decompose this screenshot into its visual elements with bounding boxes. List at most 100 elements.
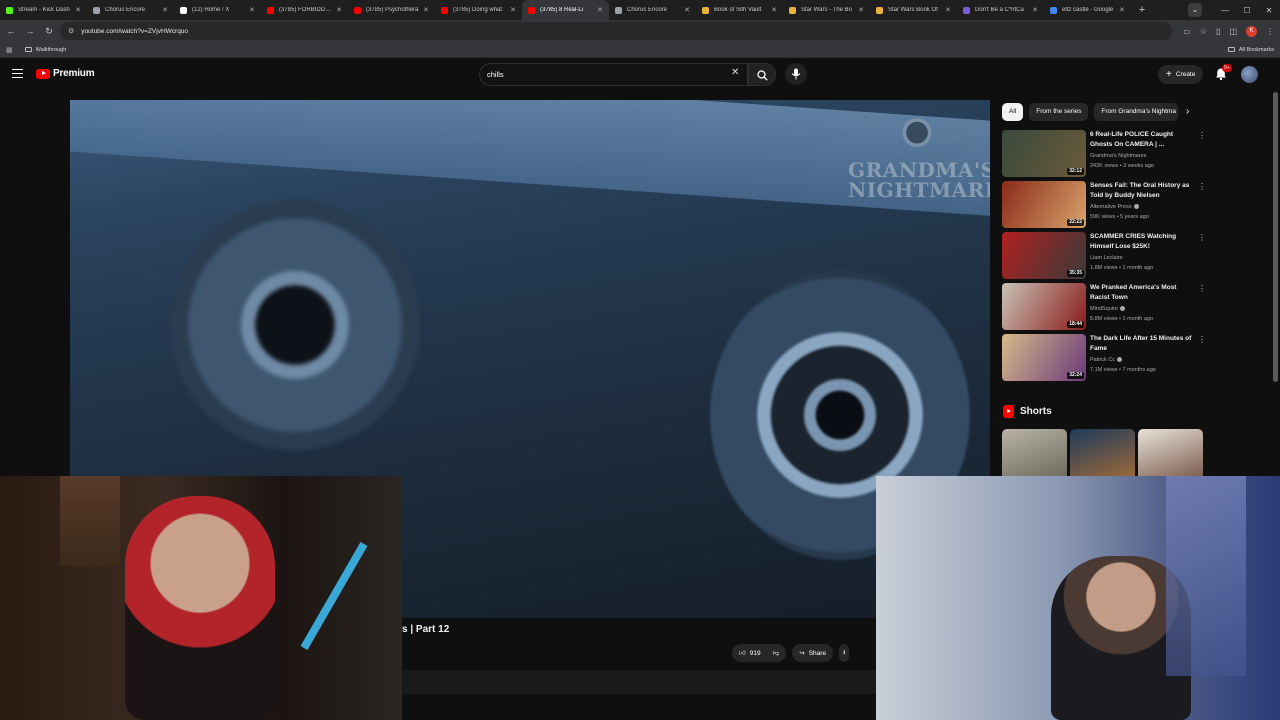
recommendation-title[interactable]: SCAMMER CRIES Watching Himself Lose $25K…	[1090, 232, 1194, 252]
video-thumbnail[interactable]: 18:44	[1002, 283, 1086, 330]
voice-search-button[interactable]	[785, 63, 807, 85]
close-tab-icon[interactable]: ✕	[858, 6, 864, 14]
close-tab-icon[interactable]: ✕	[771, 6, 777, 14]
close-tab-icon[interactable]: ✕	[1119, 6, 1125, 14]
close-tab-icon[interactable]: ✕	[162, 6, 168, 14]
short-thumbnail[interactable]	[1138, 429, 1203, 479]
channel-name: Patrick Cc	[1090, 357, 1116, 363]
tab-favicon-icon	[615, 6, 622, 14]
create-button[interactable]: + Create	[1158, 65, 1204, 84]
close-window-button[interactable]: ✕	[1258, 6, 1280, 15]
filter-chip[interactable]: From the series	[1029, 103, 1089, 121]
apps-grid-icon[interactable]: ▦	[6, 46, 13, 54]
video-thumbnail[interactable]: 32:12	[1002, 130, 1086, 177]
sidepanel-icon[interactable]: ▯	[1216, 27, 1220, 36]
recommendation-item[interactable]: 32:24 The Dark Life After 15 Minutes of F…	[1002, 334, 1206, 381]
close-tab-icon[interactable]: ✕	[336, 6, 342, 14]
download-icon: ⭳	[843, 648, 846, 656]
close-tab-icon[interactable]: ✕	[1032, 6, 1038, 14]
close-tab-icon[interactable]: ✕	[510, 6, 516, 14]
browser-tab[interactable]: Stream - Kick Dash ✕	[0, 0, 87, 20]
recommendation-channel[interactable]: Grandma's Nightmares	[1090, 153, 1146, 159]
more-actions-icon[interactable]: ⋮	[1198, 132, 1206, 140]
bookmark-star-icon[interactable]: ☆	[1200, 27, 1207, 36]
filter-chip[interactable]: From Grandma's Nightma	[1094, 103, 1179, 121]
account-avatar[interactable]	[1241, 66, 1258, 83]
recommendation-title[interactable]: The Dark Life After 15 Minutes of Fame	[1090, 334, 1194, 354]
recommendation-channel[interactable]: MindSquire	[1090, 306, 1125, 312]
browser-tab[interactable]: Don't Be a C*ntCa ✕	[957, 0, 1044, 20]
filter-chip[interactable]: All	[1002, 103, 1024, 121]
recommendation-channel[interactable]: Alternative Press	[1090, 204, 1139, 210]
recommendation-title[interactable]: 6 Real-Life POLICE Caught Ghosts On CAME…	[1090, 130, 1194, 150]
short-thumbnail[interactable]	[1002, 429, 1067, 479]
browser-tab[interactable]: (3785) Psychothera ✕	[348, 0, 435, 20]
browser-tab[interactable]: Star Wars - The Bo ✕	[783, 0, 870, 20]
close-tab-icon[interactable]: ✕	[684, 6, 690, 14]
more-actions-icon[interactable]: ⋮	[1198, 183, 1206, 191]
browser-tab[interactable]: eltz castle - Google ✕	[1044, 0, 1131, 20]
search-button[interactable]	[748, 63, 776, 86]
reload-button[interactable]: ↻	[41, 26, 57, 37]
short-thumbnail[interactable]	[1070, 429, 1135, 479]
close-tab-icon[interactable]: ✕	[249, 6, 255, 14]
search-input[interactable]: chills	[479, 63, 748, 86]
close-tab-icon[interactable]: ✕	[423, 6, 429, 14]
recommendation-item[interactable]: 35:35 SCAMMER CRIES Watching Himself Lose…	[1002, 232, 1206, 279]
browser-tab[interactable]: Chorus Encore ✕	[87, 0, 174, 20]
recommendation-item[interactable]: 22:22 Senses Fail: The Oral History as To…	[1002, 181, 1206, 228]
like-button[interactable]: 👍︎ 919 👎︎	[732, 644, 787, 662]
youtube-logo[interactable]: Premium	[36, 68, 95, 79]
forward-button[interactable]: →	[22, 26, 38, 36]
address-bar[interactable]: ⚙ youtube.com/watch?v=ZVjvHWcrquo	[60, 22, 1172, 40]
recommendation-channel[interactable]: Patrick Cc	[1090, 357, 1123, 363]
bookmark-folder-walkthrough[interactable]: Walkthrough	[24, 47, 66, 53]
browser-tab[interactable]: Star Wars Book Of ✕	[870, 0, 957, 20]
video-thumbnail[interactable]: 35:35	[1002, 232, 1086, 279]
video-thumbnail[interactable]: 22:22	[1002, 181, 1086, 228]
back-button[interactable]: ←	[3, 26, 19, 36]
share-button[interactable]: ↪ Share	[792, 644, 834, 662]
tab-search-button[interactable]: ⌄	[1188, 3, 1202, 17]
browser-menu-icon[interactable]: ⋮	[1266, 27, 1274, 36]
video-thumbnail[interactable]: 32:24	[1002, 334, 1086, 381]
more-actions-icon[interactable]: ⋮	[1198, 234, 1206, 242]
close-tab-icon[interactable]: ✕	[597, 6, 603, 14]
recommendation-meta: 1.8M views • 1 month ago	[1090, 265, 1154, 271]
extensions-icon[interactable]: ◫	[1229, 27, 1237, 36]
recommendation-channel[interactable]: Liam Leclaire	[1090, 255, 1123, 261]
page-scrollbar[interactable]	[1273, 92, 1278, 382]
browser-tab[interactable]: (3785) FORBIDDEN ✕	[261, 0, 348, 20]
recommendation-title[interactable]: Senses Fail: The Oral History as Told by…	[1090, 181, 1194, 201]
chevron-right-icon[interactable]: ›	[1186, 106, 1189, 117]
recommendation-title[interactable]: We Pranked America's Most Racist Town	[1090, 283, 1194, 303]
dislike-icon[interactable]: 👎︎	[773, 649, 780, 657]
browser-tab[interactable]: (12) Home / X ✕	[174, 0, 261, 20]
all-bookmarks-button[interactable]: All Bookmarks	[1227, 46, 1274, 53]
download-button[interactable]: ⭳	[839, 644, 850, 662]
close-tab-icon[interactable]: ✕	[945, 6, 951, 14]
recommendation-item[interactable]: 18:44 We Pranked America's Most Racist To…	[1002, 283, 1206, 330]
browser-tab[interactable]: (3785) Doing what ✕	[435, 0, 522, 20]
profile-avatar[interactable]: K	[1246, 25, 1257, 37]
thumbs-up-icon: 👍︎	[739, 650, 746, 657]
clear-search-icon[interactable]: ✕	[731, 67, 739, 78]
browser-tab[interactable]: (3785) 8 Real-Li ✕	[522, 0, 609, 20]
more-actions-icon[interactable]: ⋮	[1198, 285, 1206, 293]
new-tab-button[interactable]: +	[1135, 3, 1149, 17]
more-actions-icon[interactable]: ⋮	[1198, 336, 1206, 344]
close-tab-icon[interactable]: ✕	[75, 6, 81, 14]
browser-tab[interactable]: Book of Sith Vault ✕	[696, 0, 783, 20]
maximize-button[interactable]: ☐	[1236, 6, 1258, 15]
minimize-button[interactable]: —	[1214, 6, 1236, 15]
all-bookmarks-label: All Bookmarks	[1238, 46, 1274, 53]
site-info-icon[interactable]: ⚙	[68, 27, 74, 35]
recommendation-item[interactable]: 32:12 6 Real-Life POLICE Caught Ghosts On…	[1002, 130, 1206, 177]
description-area[interactable]	[402, 670, 876, 694]
youtube-masthead: Premium chills ✕ + Create 9+	[0, 58, 1280, 92]
channel-name: Liam Leclaire	[1090, 255, 1123, 261]
browser-tab[interactable]: Chorus Encore ✕	[609, 0, 696, 20]
streamer-left	[125, 496, 275, 720]
cast-icon[interactable]: ▭	[1183, 27, 1191, 36]
guide-menu-icon[interactable]	[12, 69, 23, 78]
